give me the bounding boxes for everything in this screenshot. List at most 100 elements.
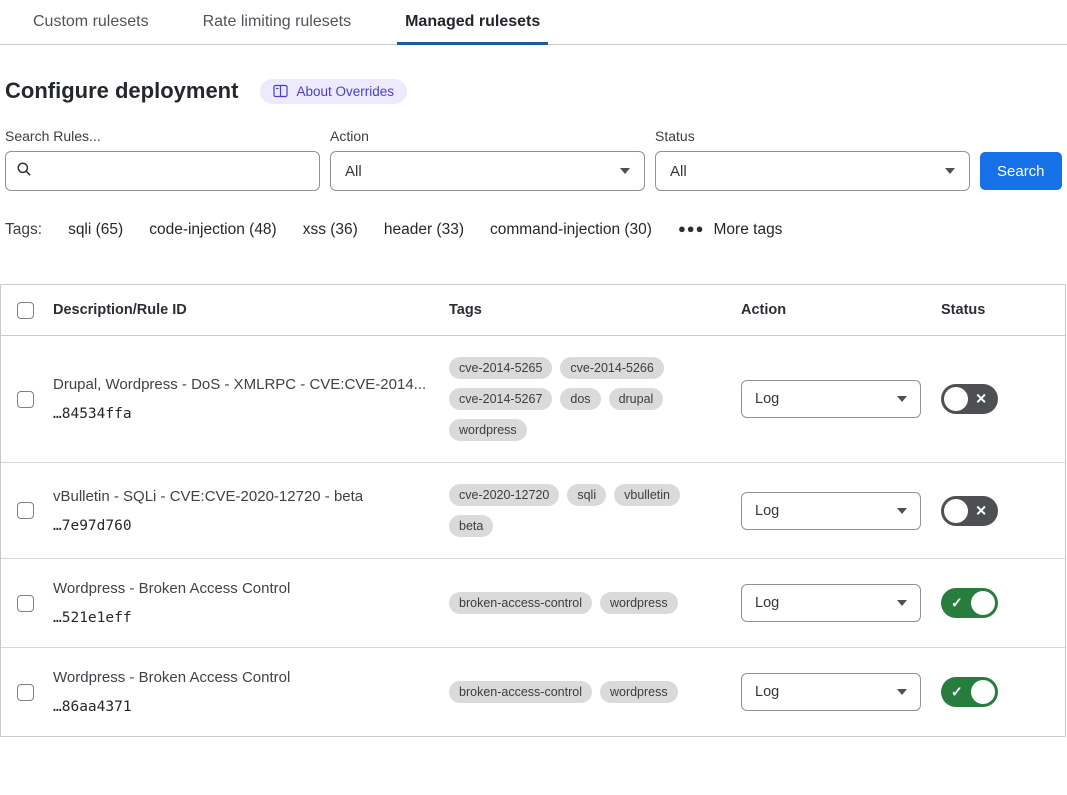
rule-description: vBulletin - SQLi - CVE:CVE-2020-12720 - … [53, 488, 429, 505]
row-checkbox[interactable] [17, 684, 34, 701]
rule-id: …84534ffa [53, 406, 429, 422]
toggle-knob [944, 387, 968, 411]
action-filter-select[interactable]: All [330, 151, 645, 191]
rule-toggle-off[interactable]: ✕ [941, 384, 998, 414]
tag-link-header-33[interactable]: header (33) [384, 221, 464, 239]
column-header-tags: Tags [449, 302, 741, 318]
tag-links: sqli (65) code-injection (48) xss (36) head… [68, 221, 652, 239]
book-icon [273, 84, 288, 98]
row-checkbox[interactable] [17, 502, 34, 519]
page-title: Configure deployment [5, 78, 238, 104]
row-action-select[interactable]: Log [741, 584, 921, 622]
more-tags-label: More tags [714, 221, 783, 239]
row-action-value: Log [755, 595, 779, 611]
tag-pill-broken-access-control: broken-access-control [449, 681, 592, 703]
action-filter-label: Action [330, 128, 645, 144]
rule-id: …86aa4371 [53, 699, 429, 715]
table-row: vBulletin - SQLi - CVE:CVE-2020-12720 - … [1, 463, 1065, 559]
chevron-down-icon [897, 600, 907, 606]
rule-toggle-off[interactable]: ✕ [941, 496, 998, 526]
column-header-status: Status [941, 302, 1065, 318]
tags-bar-label: Tags: [5, 221, 42, 239]
row-action-select[interactable]: Log [741, 492, 921, 530]
tag-link-sqli-65[interactable]: sqli (65) [68, 221, 123, 239]
rule-id: …7e97d760 [53, 518, 429, 534]
rule-id: …521e1eff [53, 610, 429, 626]
tag-pill-wordpress: wordpress [600, 592, 678, 614]
action-filter-value: All [345, 163, 362, 180]
search-icon [16, 161, 32, 182]
column-header-description: Description/Rule ID [53, 302, 449, 318]
more-tags-button[interactable]: ●●● More tags [678, 221, 782, 239]
filters-bar: Search Rules... Action All Status All Se… [5, 128, 1067, 191]
about-overrides-label: About Overrides [296, 84, 394, 99]
check-icon: ✓ [951, 685, 963, 699]
rule-description: Wordpress - Broken Access Control [53, 669, 429, 686]
table-row: Wordpress - Broken Access Control …86aa43… [1, 648, 1065, 736]
check-icon: ✓ [951, 596, 963, 610]
row-action-value: Log [755, 391, 779, 407]
chevron-down-icon [897, 508, 907, 514]
tag-pill-dos: dos [560, 388, 600, 410]
tab-managed-rulesets[interactable]: Managed rulesets [397, 0, 548, 45]
rule-description: Wordpress - Broken Access Control [53, 580, 429, 597]
table-row: Drupal, Wordpress - DoS - XMLRPC - CVE:C… [1, 336, 1065, 463]
about-overrides-badge[interactable]: About Overrides [260, 79, 407, 104]
search-field: Search Rules... [5, 128, 320, 191]
tag-link-code-injection-48[interactable]: code-injection (48) [149, 221, 277, 239]
ruleset-tabs: Custom rulesets Rate limiting rulesets Man… [0, 0, 1067, 45]
row-action-select[interactable]: Log [741, 380, 921, 418]
row-checkbox[interactable] [17, 391, 34, 408]
managed-rules-table: Description/Rule ID Tags Action Status D… [0, 284, 1066, 737]
rule-tags: broken-access-control wordpress [449, 592, 711, 614]
status-filter-select[interactable]: All [655, 151, 970, 191]
tag-link-command-injection-30[interactable]: command-injection (30) [490, 221, 652, 239]
row-action-value: Log [755, 503, 779, 519]
toggle-knob [971, 591, 995, 615]
chevron-down-icon [945, 168, 955, 174]
tag-pill-cve-2020-12720: cve-2020-12720 [449, 484, 559, 506]
table-body: Drupal, Wordpress - DoS - XMLRPC - CVE:C… [1, 336, 1065, 736]
tag-pill-cve-2014-5266: cve-2014-5266 [560, 357, 663, 379]
ellipsis-icon: ●●● [678, 221, 705, 236]
column-header-action: Action [741, 302, 941, 318]
search-button[interactable]: Search [980, 152, 1062, 190]
status-filter-label: Status [655, 128, 970, 144]
tag-pill-wordpress: wordpress [449, 419, 527, 441]
tag-pill-drupal: drupal [609, 388, 664, 410]
row-action-select[interactable]: Log [741, 673, 921, 711]
rule-description: Drupal, Wordpress - DoS - XMLRPC - CVE:C… [53, 376, 429, 393]
tag-pill-beta: beta [449, 515, 493, 537]
tag-pill-vbulletin: vbulletin [614, 484, 680, 506]
search-input[interactable] [40, 162, 309, 181]
chevron-down-icon [897, 396, 907, 402]
x-icon: ✕ [975, 503, 987, 517]
search-input-wrapper [5, 151, 320, 191]
rule-tags: cve-2014-5265cve-2014-5266cve-2014-5267d… [449, 357, 711, 441]
tab-rate-limiting-rulesets[interactable]: Rate limiting rulesets [195, 0, 360, 45]
heading-row: Configure deployment About Overrides [5, 78, 1067, 104]
rule-toggle-on[interactable]: ✓ [941, 588, 998, 618]
chevron-down-icon [620, 168, 630, 174]
search-label: Search Rules... [5, 128, 320, 144]
tag-pill-sqli: sqli [567, 484, 606, 506]
status-filter-field: Status All [655, 128, 970, 191]
status-filter-value: All [670, 163, 687, 180]
tag-pill-cve-2014-5267: cve-2014-5267 [449, 388, 552, 410]
tag-pill-wordpress: wordpress [600, 681, 678, 703]
select-all-checkbox[interactable] [17, 302, 34, 319]
rule-tags: cve-2020-12720 sqli vbulletin beta [449, 484, 711, 537]
row-checkbox[interactable] [17, 595, 34, 612]
row-action-value: Log [755, 684, 779, 700]
x-icon: ✕ [975, 392, 987, 406]
tag-link-xss-36[interactable]: xss (36) [303, 221, 358, 239]
table-header-row: Description/Rule ID Tags Action Status [1, 285, 1065, 336]
toggle-knob [944, 499, 968, 523]
rule-toggle-on[interactable]: ✓ [941, 677, 998, 707]
rule-tags: broken-access-control wordpress [449, 681, 711, 703]
tag-pill-broken-access-control: broken-access-control [449, 592, 592, 614]
chevron-down-icon [897, 689, 907, 695]
tags-bar: Tags: sqli (65) code-injection (48) xss (3… [5, 221, 1067, 239]
tab-custom-rulesets[interactable]: Custom rulesets [25, 0, 157, 45]
toggle-knob [971, 680, 995, 704]
